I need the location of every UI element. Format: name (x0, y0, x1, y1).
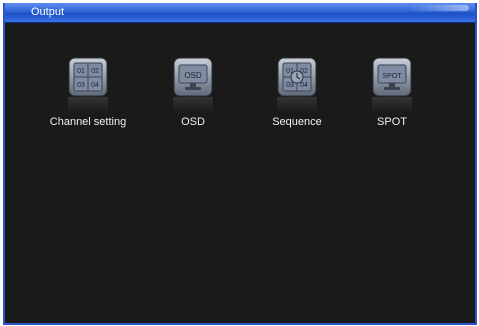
sequence-label: Sequence (272, 116, 322, 128)
sequence-button[interactable]: 01 02 03 04 Sequence (242, 57, 352, 128)
icon-reflection (277, 97, 317, 113)
spot-label: SPOT (377, 116, 407, 128)
sequence-grid-icon: 01 02 03 04 (277, 57, 317, 97)
grid-cell-4: 04 (300, 82, 308, 89)
spot-screen-text: SPOT (382, 73, 402, 80)
osd-screen-text: OSD (184, 71, 202, 80)
channel-grid-icon: 01 02 03 04 (68, 57, 108, 97)
grid-cell-3: 03 (286, 82, 294, 89)
menu-items: 01 02 03 04 Channel setting OSD OSD 01 0… (5, 3, 475, 323)
osd-button[interactable]: OSD OSD (138, 57, 248, 128)
grid-cell-4: 04 (91, 82, 99, 89)
channel-setting-button[interactable]: 01 02 03 04 Channel setting (33, 57, 143, 128)
spot-button[interactable]: SPOT SPOT (337, 57, 447, 128)
spot-monitor-icon: SPOT (372, 57, 412, 97)
channel-setting-label: Channel setting (49, 116, 127, 128)
icon-reflection (372, 97, 412, 113)
osd-label: OSD (181, 116, 205, 128)
grid-cell-2: 02 (91, 68, 99, 75)
grid-cell-1: 01 (77, 68, 85, 75)
grid-cell-3: 03 (77, 82, 85, 89)
icon-reflection (68, 97, 108, 113)
icon-reflection (173, 97, 213, 113)
osd-monitor-icon: OSD (173, 57, 213, 97)
output-window: Output 01 02 03 04 Channel setting OSD O… (3, 3, 477, 325)
